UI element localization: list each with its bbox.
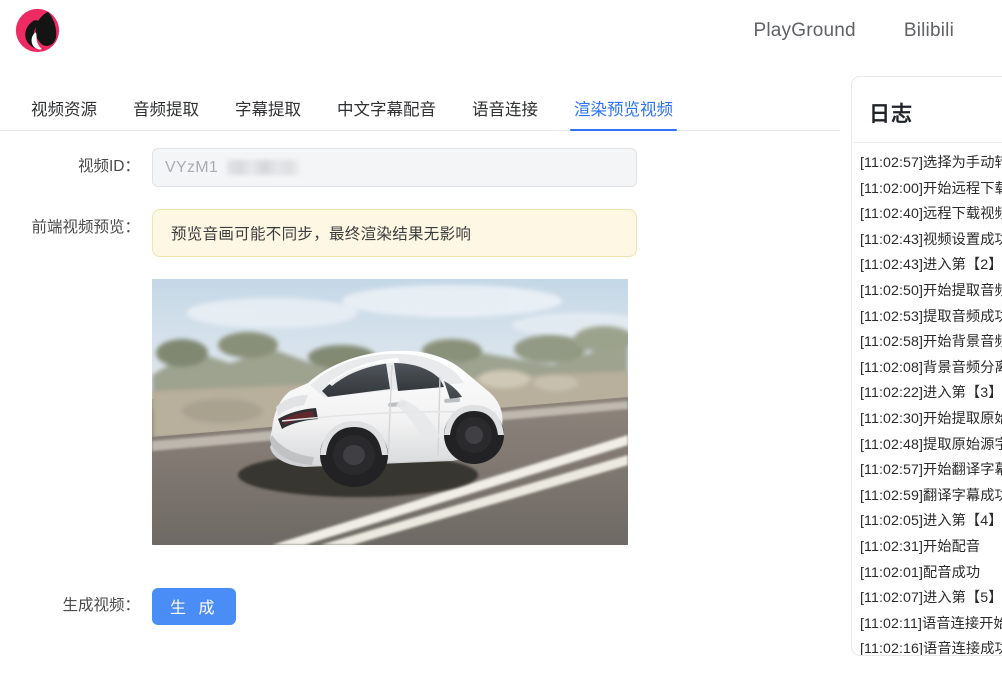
form-row-preview: 前端视频预览： 预览音画可能不同步，最终渲染结果无影响 xyxy=(0,209,840,257)
nav-link-bilibili[interactable]: Bilibili xyxy=(880,0,1002,62)
generate-button[interactable]: 生 成 xyxy=(152,587,237,625)
form-row-generate: 生成视频： 生 成 xyxy=(0,587,840,625)
form-row-video-id: 视频ID： VYzM1 xyxy=(0,148,840,187)
preview-notice-banner: 预览音画可能不同步，最终渲染结果无影响 xyxy=(152,209,637,257)
tab-bar: 视频资源 音频提取 字幕提取 中文字幕配音 语音连接 渲染预览视频 xyxy=(0,84,840,131)
log-entry: [11:02:43]进入第【2】 xyxy=(860,257,1002,274)
tab-voice-connect[interactable]: 语音连接 xyxy=(454,101,556,131)
log-entry: [11:02:58]开始背景音频 xyxy=(860,334,1002,351)
video-id-label: 视频ID： xyxy=(77,158,140,175)
log-entry: [11:02:50]开始提取音频 xyxy=(860,282,1002,299)
video-id-value: VYzM1 xyxy=(165,158,219,176)
log-panel-title: 日志 xyxy=(869,103,913,126)
log-panel: 日志 [11:02:57]选择为手动转 [11:02:00]开始远程下载 [11:0… xyxy=(851,76,1002,656)
log-entry: [11:02:57]选择为手动转 xyxy=(860,155,1002,171)
header-nav: PlayGround Bilibili xyxy=(729,0,1002,62)
render-form: 视频ID： VYzM1 前端视频预览： 预览音画可能不同步，最终渲染结果无影响 xyxy=(0,148,840,625)
log-entry: [11:02:16]语音连接成功 xyxy=(860,641,1002,656)
tab-subtitle-extract[interactable]: 字幕提取 xyxy=(217,101,319,131)
nav-link-playground[interactable]: PlayGround xyxy=(729,0,879,62)
log-entry: [11:02:01]配音成功 xyxy=(860,564,981,581)
log-entry: [11:02:07]进入第【5】 xyxy=(860,590,1002,607)
video-id-redacted-block xyxy=(227,160,300,175)
log-entry: [11:02:11]语音连接开始 xyxy=(860,615,1002,632)
log-entry-list[interactable]: [11:02:57]选择为手动转 [11:02:00]开始远程下载 [11:02:4… xyxy=(852,143,1002,656)
log-entry: [11:02:48]提取原始源字 xyxy=(860,436,1002,453)
log-entry: [11:02:31]开始配音 xyxy=(860,538,981,555)
generate-label: 生成视频： xyxy=(62,597,140,614)
app-logo-icon[interactable] xyxy=(14,7,61,54)
tab-chinese-subtitle-dubbing[interactable]: 中文字幕配音 xyxy=(319,101,454,131)
log-entry: [11:02:43]视频设置成功 xyxy=(860,231,1002,248)
app-root: PlayGround Bilibili 视频资源 音频提取 字幕提取 中文字幕配… xyxy=(0,0,1002,683)
log-entry: [11:02:30]开始提取原始 xyxy=(860,410,1002,427)
log-entry: [11:02:53]提取音频成功 xyxy=(860,308,1002,325)
tab-render-preview-video[interactable]: 渲染预览视频 xyxy=(556,101,691,131)
log-entry: [11:02:40]远程下载视频 xyxy=(860,206,1002,223)
video-id-input[interactable]: VYzM1 xyxy=(152,148,637,187)
log-entry: [11:02:59]翻译字幕成功 xyxy=(860,487,1002,504)
video-preview-player[interactable] xyxy=(152,279,628,545)
app-header: PlayGround Bilibili xyxy=(0,0,1002,62)
tab-audio-extract[interactable]: 音频提取 xyxy=(115,101,217,131)
log-entry: [11:02:57]开始翻译字幕 xyxy=(860,462,1002,479)
log-entry: [11:02:08]背景音频分离 xyxy=(860,359,1002,376)
log-entry: [11:02:22]进入第【3】 xyxy=(860,385,1002,402)
log-entry: [11:02:00]开始远程下载 xyxy=(860,180,1002,197)
preview-label: 前端视频预览： xyxy=(31,219,140,236)
log-entry: [11:02:05]进入第【4】 xyxy=(860,513,1002,530)
tab-video-resource[interactable]: 视频资源 xyxy=(13,101,115,131)
video-preview-wrap xyxy=(152,279,840,545)
